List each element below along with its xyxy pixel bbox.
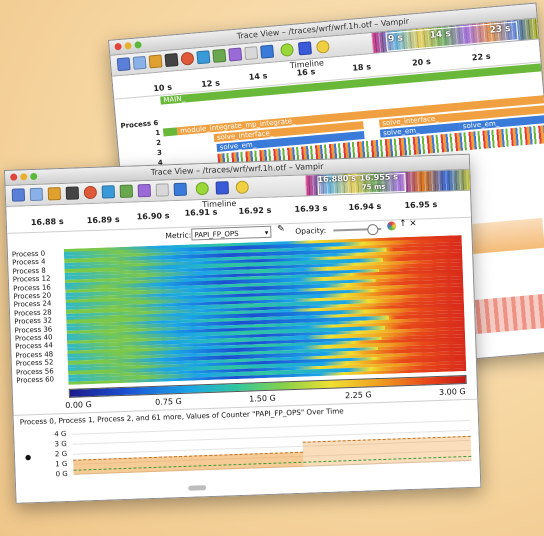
pie-chart-icon[interactable]	[180, 51, 195, 66]
lightbulb-icon[interactable]	[235, 180, 249, 194]
row-marker-icon: ●	[24, 453, 32, 462]
tick-label: 16.92 s	[238, 205, 272, 216]
row-number: 3	[156, 148, 163, 158]
message-icon[interactable]	[196, 50, 211, 65]
counter-panel: Process 0, Process 1, Process 2, and 61 …	[13, 398, 481, 504]
tick-label: 12 s	[200, 78, 221, 90]
process-label: Process 60	[16, 375, 55, 385]
metric-select[interactable]: PAPI_FP_OPS ▾	[191, 225, 272, 241]
arrow-up-icon[interactable]: ↑	[399, 219, 407, 229]
close-icon[interactable]: ×	[409, 219, 417, 229]
bars-icon[interactable]	[228, 47, 243, 62]
front-trace-window: Trace View – /traces/wrf/wrf.1h.otf – Va…	[4, 153, 482, 504]
summary-icon[interactable]	[65, 186, 80, 200]
summary-icon[interactable]	[164, 53, 179, 68]
tick-label: 18 s	[352, 62, 372, 73]
main-function-bar-row1[interactable]	[162, 127, 178, 137]
mini-timeline-duration: 75 ms	[361, 182, 386, 192]
colorbar-label: 0.75 G	[155, 396, 182, 407]
message-icon[interactable]	[101, 185, 116, 199]
colorbar-label: 1.50 G	[248, 393, 276, 404]
context-icon[interactable]	[244, 46, 259, 61]
mini-timeline-mid-label: 14 s	[429, 29, 452, 41]
timeline-icon[interactable]	[11, 188, 26, 202]
pin-icon[interactable]	[215, 181, 229, 195]
filter-icon[interactable]	[195, 181, 209, 196]
filter-icon[interactable]	[280, 42, 295, 57]
io-icon[interactable]	[173, 182, 188, 197]
wrench-icon[interactable]: ✎	[277, 224, 285, 234]
context-icon[interactable]	[155, 183, 170, 197]
y-tick: 4 G	[54, 429, 67, 439]
y-tick: 0 G	[55, 469, 68, 479]
opacity-slider[interactable]	[333, 223, 382, 236]
tick-label: 16.95 s	[404, 199, 438, 211]
color-wheel-icon[interactable]	[387, 221, 397, 231]
colorbar-label: 0.00 G	[65, 400, 92, 411]
tick-label: 16.91 s	[184, 207, 218, 218]
grid-icon[interactable]	[212, 48, 227, 63]
pin-icon[interactable]	[297, 41, 313, 56]
tick-label: 16.93 s	[294, 203, 328, 214]
opacity-slider-knob[interactable]	[367, 223, 379, 236]
grid-icon[interactable]	[119, 184, 134, 198]
bars-icon[interactable]	[137, 183, 152, 198]
metric-label: Metric:	[165, 230, 192, 241]
tick-label: 14 s	[248, 71, 268, 82]
y-tick: 1 G	[55, 459, 68, 469]
mini-timeline-start-label: 16.880 s	[317, 173, 357, 185]
counter-chart-icon[interactable]	[148, 54, 163, 69]
row-number: 2	[155, 138, 162, 148]
process-timeline-icon[interactable]	[132, 55, 147, 70]
chevron-down-icon: ▾	[264, 228, 269, 237]
tick-label: 16.94 s	[348, 201, 382, 212]
process-timeline-icon[interactable]	[29, 187, 44, 202]
io-icon[interactable]	[260, 44, 275, 59]
mini-timeline-end-label: 16.955 s	[359, 172, 399, 183]
process-label: Process 6	[120, 118, 159, 131]
colorbar-label: 3.00 G	[438, 387, 466, 397]
tick-label: 16.90 s	[136, 211, 170, 222]
metric-select-value: PAPI_FP_OPS	[194, 229, 239, 240]
tick-label: 20 s	[411, 56, 432, 68]
row-number: 1	[154, 128, 161, 138]
tick-label: 16.89 s	[86, 214, 120, 226]
panel-resize-handle[interactable]	[188, 485, 207, 491]
tick-label: 10 s	[153, 82, 173, 94]
lightbulb-icon[interactable]	[315, 39, 330, 54]
counter-chart-icon[interactable]	[47, 187, 62, 201]
performance-heatmap[interactable]	[63, 235, 467, 385]
tick-label: 16.88 s	[30, 216, 64, 228]
tick-label: 22 s	[471, 51, 491, 63]
y-tick: 2 G	[54, 449, 68, 459]
opacity-label: Opacity:	[295, 225, 327, 236]
timeline-icon[interactable]	[116, 57, 131, 72]
mini-timeline-start-label: 9 s	[387, 33, 404, 45]
mini-timeline-end-label: 23 s	[489, 23, 512, 36]
y-tick: 3 G	[54, 439, 67, 449]
tick-label: 16 s	[296, 67, 316, 78]
pie-chart-icon[interactable]	[83, 185, 98, 200]
colorbar-label: 2.25 G	[344, 390, 372, 401]
